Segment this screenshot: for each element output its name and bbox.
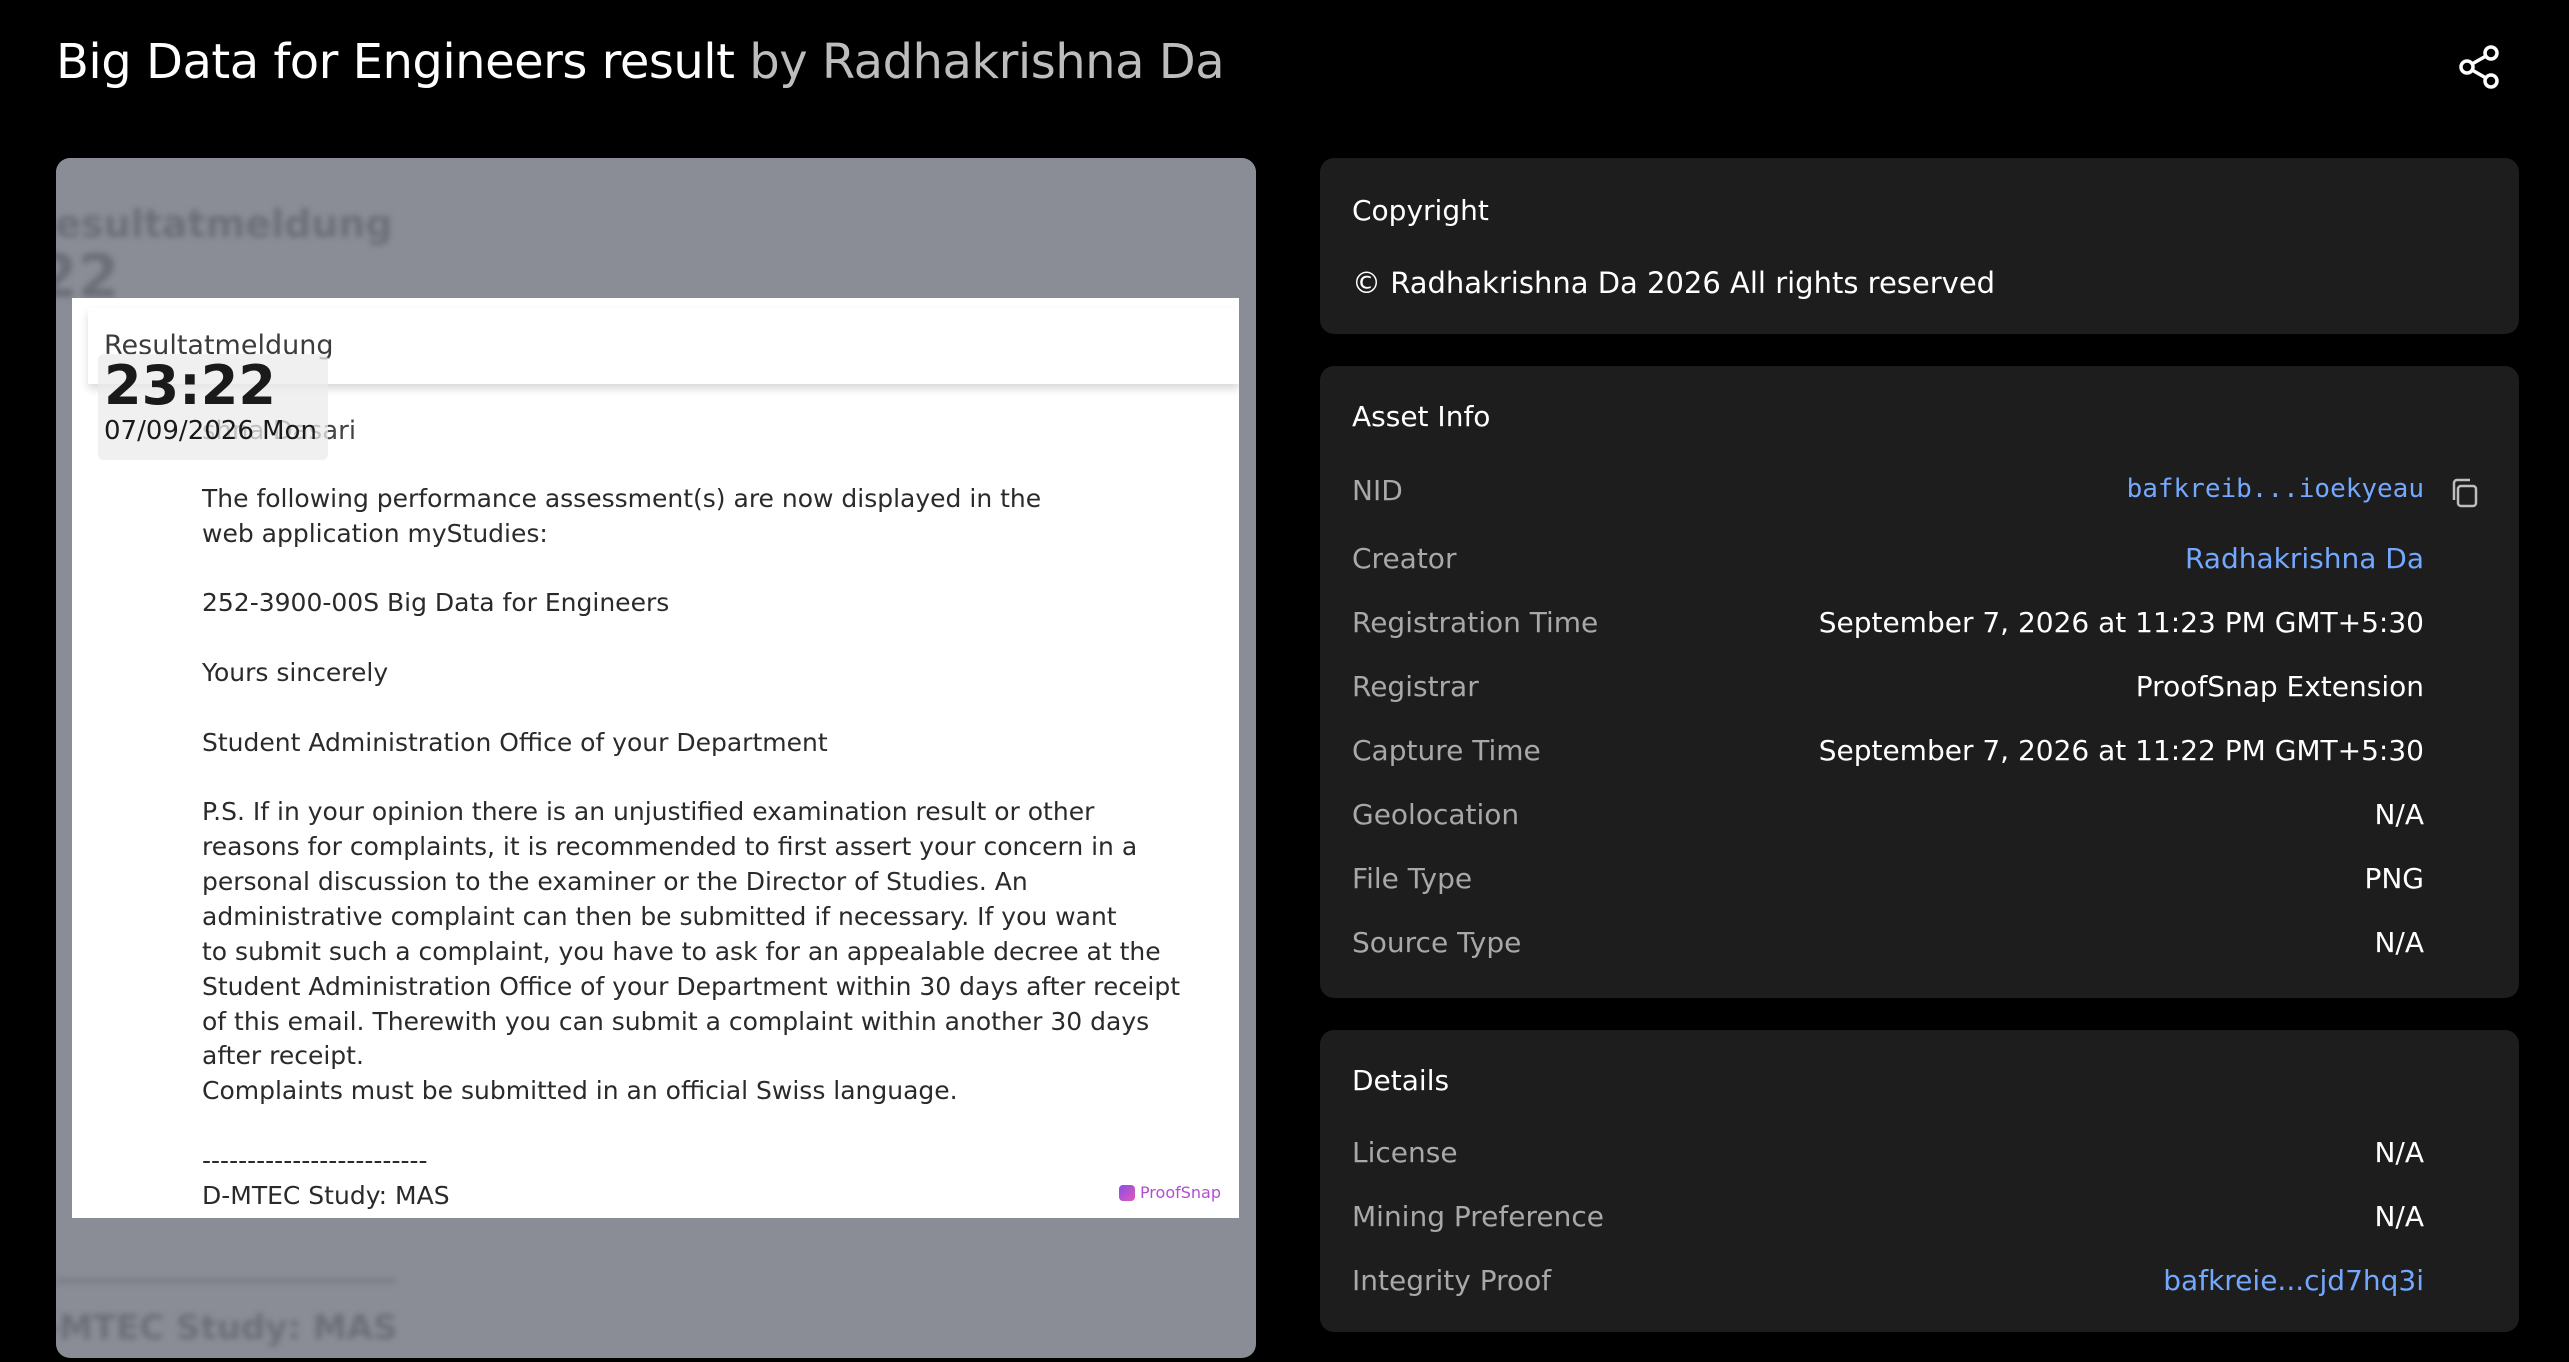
registration-time-value: September 7, 2026 at 11:23 PM GMT+5:30 (1818, 606, 2424, 639)
details-card: Details License N/A Mining Preference N/… (1320, 1030, 2519, 1332)
registration-time-label: Registration Time (1352, 606, 1599, 639)
copyright-title: Copyright (1352, 194, 1489, 227)
file-type-row: File Type PNG (1352, 862, 2424, 902)
geolocation-value: N/A (2374, 798, 2424, 831)
capture-time-label: Capture Time (1352, 734, 1541, 767)
registrar-row: Registrar ProofSnap Extension (1352, 670, 2424, 710)
page-byline: by Radhakrishna Da (749, 34, 1225, 90)
creator-label: Creator (1352, 542, 1457, 575)
registrar-value: ProofSnap Extension (2135, 670, 2424, 703)
license-row: License N/A (1352, 1136, 2424, 1176)
integrity-proof-row: Integrity Proof bafkreie...cjd7hq3i (1352, 1264, 2424, 1304)
source-type-row: Source Type N/A (1352, 926, 2424, 966)
capture-clock-time: 23:22 (104, 354, 276, 417)
source-type-label: Source Type (1352, 926, 1522, 959)
nid-value[interactable]: bafkreib...ioekyeau (2127, 474, 2424, 504)
license-value: N/A (2374, 1136, 2424, 1169)
integrity-proof-link[interactable]: bafkreie...cjd7hq3i (2163, 1264, 2424, 1297)
capture-clock-date: 07/09/2026 Mon (104, 416, 317, 446)
source-type-value: N/A (2374, 926, 2424, 959)
nid-row: NID bafkreib...ioekyeau (1352, 474, 2424, 514)
registrar-label: Registrar (1352, 670, 1479, 703)
email-body-line: 252-3900-00S Big Data for Engineers (202, 588, 670, 617)
file-type-label: File Type (1352, 862, 1473, 895)
email-body-line: P.S. If in your opinion there is an unju… (202, 797, 1095, 826)
geolocation-label: Geolocation (1352, 798, 1520, 831)
asset-info-title: Asset Info (1352, 400, 1491, 433)
copy-icon (2452, 478, 2478, 508)
creator-link[interactable]: Radhakrishna Da (2185, 542, 2424, 575)
proofsnap-watermark-text: ProofSnap (1139, 1183, 1221, 1202)
email-body-line: to submit such a complaint, you have to … (202, 937, 1161, 966)
share-button[interactable] (2455, 42, 2505, 92)
integrity-proof-label: Integrity Proof (1352, 1264, 1552, 1297)
email-body-line: web application myStudies: (202, 519, 548, 548)
email-screenshot: Resultatmeldung shna Dasari 23:22 07/09/… (72, 298, 1239, 1218)
email-body-line: The following performance assessment(s) … (202, 484, 1042, 513)
page-header: Big Data for Engineers result by Radhakr… (56, 30, 1225, 94)
preview-ghost-divider (56, 1278, 396, 1284)
copyright-card: Copyright © Radhakrishna Da 2026 All rig… (1320, 158, 2519, 334)
preview-ghost-footer: D-MTEC Study: MAS (56, 1308, 398, 1348)
proofsnap-logo-icon (1118, 1184, 1135, 1201)
email-body-line: after receipt. (202, 1041, 364, 1070)
geolocation-row: Geolocation N/A (1352, 798, 2424, 838)
email-body-line: reasons for complaints, it is recommende… (202, 832, 1138, 861)
capture-time-value: September 7, 2026 at 11:22 PM GMT+5:30 (1818, 734, 2424, 767)
share-icon (2459, 45, 2499, 89)
license-label: License (1352, 1136, 1458, 1169)
mining-preference-label: Mining Preference (1352, 1200, 1604, 1233)
email-body-line: of this email. Therewith you can submit … (202, 1007, 1150, 1036)
proofsnap-watermark: ProofSnap (1118, 1183, 1221, 1202)
email-body-line: personal discussion to the examiner or t… (202, 867, 1028, 896)
copy-nid-button[interactable] (2448, 476, 2482, 510)
email-body-line: administrative complaint can then be sub… (202, 902, 1117, 931)
registration-time-row: Registration Time September 7, 2026 at 1… (1352, 606, 2424, 646)
copyright-text: © Radhakrishna Da 2026 All rights reserv… (1352, 266, 1996, 300)
mining-preference-row: Mining Preference N/A (1352, 1200, 2424, 1240)
page-title: Big Data for Engineers result (56, 34, 735, 90)
asset-info-card: Asset Info NID bafkreib...ioekyeau Creat… (1320, 366, 2519, 998)
preview-ghost-heading: Resultatmeldung (56, 202, 393, 246)
email-body-line: Complaints must be submitted in an offic… (202, 1076, 958, 1105)
nid-label: NID (1352, 474, 1403, 507)
email-body-line: Student Administration Office of your De… (202, 728, 828, 757)
email-body-line: Student Administration Office of your De… (202, 972, 1181, 1001)
email-body-line: ------------------------- (202, 1146, 428, 1175)
asset-preview[interactable]: Resultatmeldung 22 D-MTEC Study: MAS Res… (56, 158, 1256, 1358)
details-title: Details (1352, 1064, 1450, 1097)
email-body-line: Yours sincerely (202, 658, 389, 687)
mining-preference-value: N/A (2374, 1200, 2424, 1233)
creator-row: Creator Radhakrishna Da (1352, 542, 2424, 582)
email-body-line: D-MTEC Study: MAS (202, 1181, 450, 1210)
file-type-value: PNG (2364, 862, 2424, 895)
capture-time-row: Capture Time September 7, 2026 at 11:22 … (1352, 734, 2424, 774)
